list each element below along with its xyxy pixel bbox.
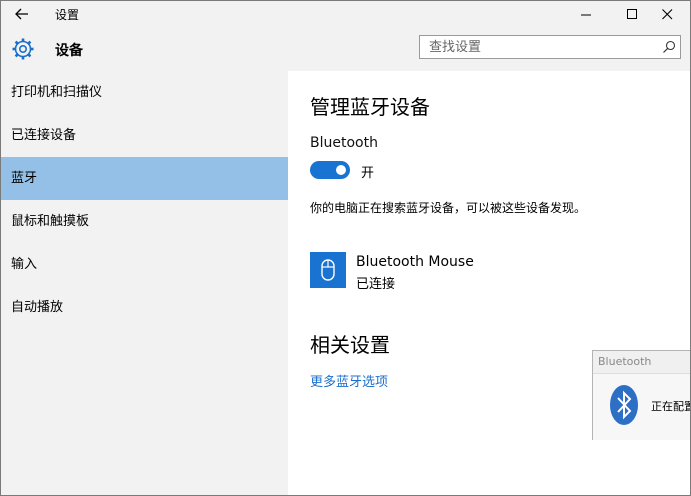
window-title: 设置: [55, 8, 80, 22]
mouse-icon: [321, 259, 335, 281]
related-settings-heading: 相关设置: [310, 333, 390, 357]
section-heading: 管理蓝牙设备: [310, 95, 430, 119]
sidebar: 打印机和扫描仪 已连接设备 蓝牙 鼠标和触摸板 输入 自动播放: [1, 71, 288, 495]
minimize-button[interactable]: [563, 1, 609, 27]
more-bluetooth-options-link[interactable]: 更多蓝牙选项: [310, 371, 388, 390]
sidebar-item-bluetooth[interactable]: 蓝牙: [1, 157, 288, 200]
maximize-icon: [626, 8, 637, 19]
popup-body: 正在配置: [593, 373, 691, 440]
bluetooth-toggle[interactable]: [310, 161, 350, 179]
search-box[interactable]: [419, 35, 681, 59]
toggle-state-label: 开: [361, 166, 375, 181]
bluetooth-icon: [610, 385, 638, 425]
gear-icon: [12, 38, 34, 60]
device-tile[interactable]: [310, 252, 346, 288]
sidebar-item-printers[interactable]: 打印机和扫描仪: [1, 71, 288, 114]
search-icon[interactable]: [662, 40, 676, 54]
close-button[interactable]: [644, 1, 690, 27]
bluetooth-popup: Bluetooth 正在配置: [592, 350, 691, 440]
close-icon: [661, 8, 672, 19]
back-button[interactable]: [1, 1, 43, 27]
minimize-icon: [580, 14, 591, 15]
page-title: 设备: [55, 43, 83, 59]
sidebar-item-autoplay[interactable]: 自动播放: [1, 286, 288, 329]
toggle-knob: [336, 165, 346, 175]
title-bar: 设置: [1, 1, 690, 27]
sidebar-item-mouse-touchpad[interactable]: 鼠标和触摸板: [1, 200, 288, 243]
search-input[interactable]: [420, 36, 659, 58]
device-status: 已连接: [356, 277, 396, 292]
bluetooth-label: Bluetooth: [310, 135, 378, 151]
page-header: 设备: [1, 27, 690, 71]
sidebar-item-typing[interactable]: 输入: [1, 243, 288, 286]
settings-window: 设置 设备 查找设置 打印机和扫描仪 已连接设备 蓝牙 鼠标和触摸板 输入 自动…: [0, 0, 691, 496]
device-name[interactable]: Bluetooth Mouse: [356, 254, 474, 270]
popup-status-text: 正在配置: [651, 400, 691, 413]
back-arrow-icon: [15, 8, 28, 20]
popup-title: Bluetooth: [598, 355, 652, 368]
discovery-description: 你的电脑正在搜索蓝牙设备，可以被这些设备发现。: [310, 201, 587, 215]
sidebar-item-connected-devices[interactable]: 已连接设备: [1, 114, 288, 157]
